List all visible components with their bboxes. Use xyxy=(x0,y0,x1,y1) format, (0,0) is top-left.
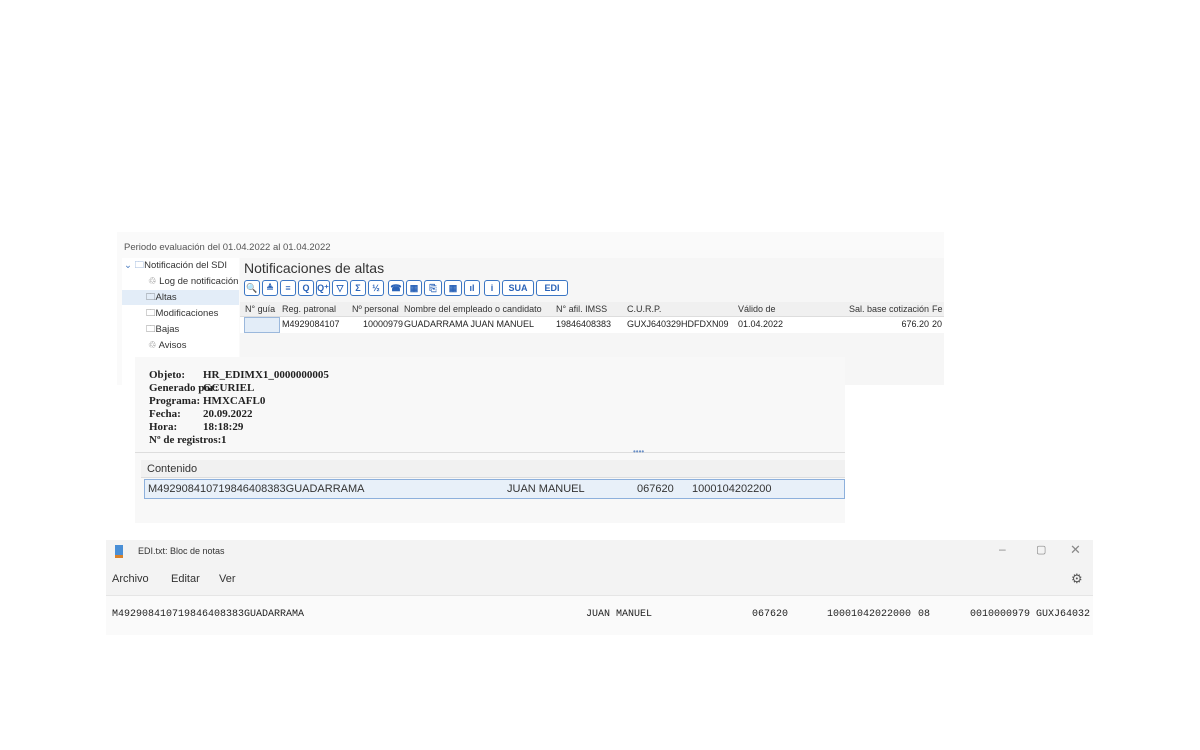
tree-node-bajas[interactable]: 🗀Bajas xyxy=(146,322,179,337)
tree-node-avisos[interactable]: ♲ Avisos xyxy=(148,338,186,353)
field-value: HR_EDIMX1_0000000005 xyxy=(203,369,329,381)
guia-cell[interactable] xyxy=(244,317,280,333)
tree-node-modificaciones[interactable]: 🗀Modificaciones xyxy=(146,306,218,321)
field-label: Nº de registros: xyxy=(149,434,222,446)
column-header[interactable]: Válido de xyxy=(738,302,776,316)
folder-icon: 🗀 xyxy=(146,308,156,319)
column-header[interactable]: Nombre del empleado o candidato xyxy=(404,302,542,316)
table-cell: 01.04.2022 xyxy=(738,319,784,329)
tree-node-altas[interactable]: 🗀Altas xyxy=(122,290,239,305)
subtotal-button[interactable]: ½ xyxy=(368,280,384,296)
column-header[interactable]: Sal. base cotización xyxy=(849,302,929,316)
print-button[interactable]: ☎ xyxy=(388,280,404,296)
line-col-1: M492908410719846408383GUADARRAMA xyxy=(112,609,305,620)
log-icon: ♲ xyxy=(148,276,160,287)
table-cell: GUADARRAMA JUAN MANUEL xyxy=(404,319,535,329)
field-value: GCURIEL xyxy=(203,382,255,394)
line-col-4: 10001042022000 xyxy=(827,609,912,620)
file-viewer-window: Objeto: HR_EDIMX1_0000000005 Generado por:… xyxy=(135,357,845,523)
field-label: Objeto: xyxy=(149,369,186,381)
chevron-down-icon: ⌄ xyxy=(124,260,135,271)
field-label: Programa: xyxy=(149,395,201,407)
line-col-2: JUAN MANUEL xyxy=(586,609,653,620)
sort-asc-button[interactable]: ≜ xyxy=(262,280,278,296)
find-button[interactable]: Q xyxy=(298,280,314,296)
menu-editar[interactable]: Editar xyxy=(171,573,200,585)
content-col-4: 1000104202200 xyxy=(692,483,772,495)
splitter-handle-icon[interactable]: •••• xyxy=(633,447,644,456)
gear-icon[interactable]: ⚙ xyxy=(1071,571,1083,587)
period-label: Periodo evaluación del 01.04.2022 al 01.… xyxy=(124,242,331,253)
field-value: HMXCAFL0 xyxy=(203,395,266,407)
window-title: EDI.txt: Bloc de notas xyxy=(138,546,225,556)
find-next-button[interactable]: Q⁺ xyxy=(316,280,330,296)
field-value: 1 xyxy=(221,434,227,446)
tree-node-notificacion[interactable]: ⌄ 🗀Notificación del SDI xyxy=(124,258,227,273)
column-header[interactable]: N° guía xyxy=(245,302,275,316)
content-col-1: M492908410719846408383GUADARRAMA xyxy=(148,483,365,495)
menu-ver[interactable]: Ver xyxy=(219,573,236,585)
splitter[interactable] xyxy=(135,452,845,453)
column-header[interactable]: Fe xyxy=(932,302,943,316)
content-row[interactable]: M492908410719846408383GUADARRAMA JUAN MA… xyxy=(144,479,845,499)
table-cell: M4929084107 xyxy=(282,319,340,329)
column-header[interactable]: C.U.R.P. xyxy=(627,302,661,316)
field-value: 18:18:29 xyxy=(203,421,244,433)
graphic-button[interactable]: ıl xyxy=(464,280,480,296)
column-header[interactable]: N° afil. IMSS xyxy=(556,302,607,316)
log-icon: ♲ xyxy=(148,340,159,351)
filter-button[interactable]: ▽ xyxy=(332,280,348,296)
tree-node-log[interactable]: ♲ Log de notificación xyxy=(148,274,238,289)
line-col-5: 08 xyxy=(918,609,931,620)
column-header[interactable]: Nº personal xyxy=(352,302,399,316)
sum-button[interactable]: Σ xyxy=(350,280,366,296)
close-button[interactable]: ✕ xyxy=(1070,542,1081,558)
folder-icon: 🗀 xyxy=(146,292,156,303)
table-cell: 20 xyxy=(932,319,943,329)
tree-node-label: Bajas xyxy=(155,324,180,335)
tree-node-label: Notificación del SDI xyxy=(144,260,228,271)
table-cell: GUXJ640329HDFDXN09 xyxy=(627,319,729,329)
content-col-3: 067620 xyxy=(637,483,674,495)
menu-archivo[interactable]: Archivo xyxy=(112,573,149,585)
tree-node-label: Avisos xyxy=(158,340,187,351)
field-value: 20.09.2022 xyxy=(203,408,253,420)
minimize-button[interactable]: – xyxy=(999,542,1006,556)
field-label: Fecha: xyxy=(149,408,181,420)
sua-button[interactable]: SUA xyxy=(502,280,534,296)
zoom-button[interactable]: 🔍 xyxy=(244,280,260,296)
table-cell: 19846408383 xyxy=(556,319,612,329)
column-header[interactable]: Reg. patronal xyxy=(282,302,336,316)
folder-icon: 🗀 xyxy=(146,324,156,335)
page-title: Notificaciones de altas xyxy=(244,260,385,276)
notepad-window: EDI.txt: Bloc de notas – ▢ ✕ Archivo Edi… xyxy=(106,540,1093,635)
line-col-6: 0010000979 GUXJ64032 xyxy=(970,609,1091,620)
tree-node-label: Modificaciones xyxy=(155,308,219,319)
content-col-2: JUAN MANUEL xyxy=(507,483,585,495)
tree-node-label: Altas xyxy=(155,292,177,303)
table-cell: 10000979 xyxy=(362,319,403,329)
layout-button[interactable]: ▦ xyxy=(444,280,462,296)
field-label: Hora: xyxy=(149,421,178,433)
sort-desc-button[interactable]: ≡ xyxy=(280,280,296,296)
view-button[interactable]: ▦ xyxy=(406,280,422,296)
line-col-3: 067620 xyxy=(752,609,789,620)
notepad-icon xyxy=(115,545,123,558)
content-header: Contenido xyxy=(141,460,845,478)
export-button[interactable]: ⎘ xyxy=(424,280,442,296)
edi-button[interactable]: EDI xyxy=(536,280,568,296)
tree-node-label: Log de notificación xyxy=(159,276,239,287)
maximize-button[interactable]: ▢ xyxy=(1036,543,1046,556)
info-button[interactable]: i xyxy=(484,280,500,296)
folder-open-icon: 🗀 xyxy=(134,260,145,271)
table-cell: 676.20 xyxy=(901,319,929,329)
